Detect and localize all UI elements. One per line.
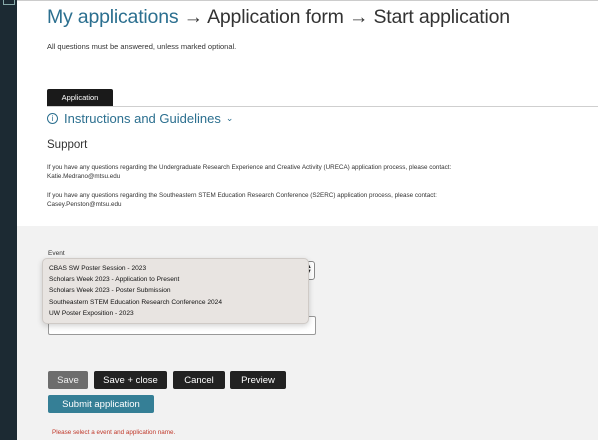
top-divider bbox=[17, 0, 598, 1]
support-text: If you have any questions regarding the … bbox=[47, 192, 437, 199]
event-dropdown-list: CBAS SW Poster Session - 2023 Scholars W… bbox=[42, 258, 309, 324]
breadcrumb-application-form[interactable]: Application form bbox=[207, 6, 344, 28]
submit-application-button[interactable]: Submit application bbox=[48, 395, 154, 413]
preview-button[interactable]: Preview bbox=[230, 371, 286, 389]
cancel-button[interactable]: Cancel bbox=[173, 371, 225, 389]
save-close-button[interactable]: Save + close bbox=[94, 371, 167, 389]
instructions-toggle[interactable]: i Instructions and Guidelines ⌄ bbox=[47, 111, 233, 126]
error-message: Please select a event and application na… bbox=[52, 429, 176, 436]
support-email-ureca[interactable]: Katie.Medrano@mtsu.edu bbox=[47, 172, 587, 181]
support-text: If you have any questions regarding the … bbox=[47, 164, 452, 171]
breadcrumb-my-applications[interactable]: My applications bbox=[47, 6, 179, 28]
dropdown-option[interactable]: Southeastern STEM Education Research Con… bbox=[43, 297, 308, 308]
sidebar-corner-icon bbox=[3, 0, 15, 5]
dropdown-option[interactable]: UW Poster Exposition - 2023 bbox=[43, 308, 308, 319]
breadcrumb-arrow-icon: → bbox=[183, 6, 204, 28]
dropdown-option[interactable]: CBAS SW Poster Session - 2023 bbox=[43, 263, 308, 274]
chevron-down-icon: ⌄ bbox=[225, 113, 234, 123]
support-email-s2erc[interactable]: Casey.Penston@mtsu.edu bbox=[47, 200, 587, 209]
support-heading: Support bbox=[47, 139, 88, 151]
support-paragraph-s2erc: If you have any questions regarding the … bbox=[47, 191, 587, 209]
breadcrumb: My applications → Application form → Sta… bbox=[47, 6, 510, 29]
tab-divider bbox=[47, 106, 598, 107]
info-icon: i bbox=[47, 113, 58, 124]
required-note: All questions must be answered, unless m… bbox=[47, 42, 237, 51]
instructions-label: Instructions and Guidelines bbox=[64, 111, 221, 126]
support-paragraph-ureca: If you have any questions regarding the … bbox=[47, 163, 587, 181]
left-sidebar bbox=[0, 0, 17, 440]
dropdown-option[interactable]: Scholars Week 2023 - Application to Pres… bbox=[43, 274, 308, 285]
tab-application[interactable]: Application bbox=[47, 89, 113, 106]
event-label: Event bbox=[48, 250, 65, 257]
breadcrumb-start-application: Start application bbox=[373, 6, 510, 28]
breadcrumb-arrow-icon: → bbox=[348, 6, 369, 28]
dropdown-option[interactable]: Scholars Week 2023 - Poster Submission bbox=[43, 285, 308, 296]
save-button[interactable]: Save bbox=[48, 371, 88, 389]
